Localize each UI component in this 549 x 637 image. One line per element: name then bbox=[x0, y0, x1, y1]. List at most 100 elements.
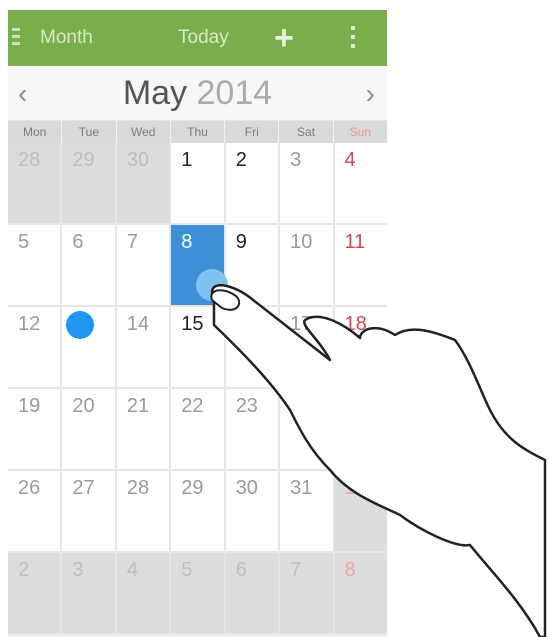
day-number: 29 bbox=[181, 477, 204, 499]
week-row-4: 19 20 21 22 23 24 25 bbox=[8, 389, 387, 471]
day-cell[interactable]: 30 bbox=[225, 471, 281, 553]
today-day-cell[interactable]: 13 bbox=[62, 307, 117, 389]
day-cell[interactable]: 4 bbox=[334, 143, 387, 225]
day-number: 20 bbox=[72, 395, 95, 417]
day-cell[interactable]: 16 bbox=[225, 307, 281, 389]
day-number: 16 bbox=[235, 313, 258, 335]
day-cell[interactable]: 1 bbox=[334, 471, 387, 553]
day-cell[interactable]: 23 bbox=[225, 389, 281, 471]
weekday-mon: Mon bbox=[8, 121, 63, 143]
day-cell[interactable]: 25 bbox=[334, 389, 387, 471]
day-cell[interactable]: 4 bbox=[116, 553, 172, 635]
day-cell[interactable]: 27 bbox=[62, 471, 117, 553]
day-cell[interactable]: 10 bbox=[280, 225, 335, 307]
day-cell[interactable]: 5 bbox=[8, 225, 63, 307]
day-number: 2 bbox=[18, 559, 30, 581]
day-number: 5 bbox=[181, 559, 193, 581]
today-button[interactable]: Today bbox=[178, 27, 229, 49]
drawer-menu-icon[interactable] bbox=[12, 28, 20, 48]
day-cell[interactable]: 11 bbox=[334, 225, 387, 307]
weekday-wed: Wed bbox=[117, 121, 171, 143]
week-row-3: 12 13 14 15 16 17 18 bbox=[8, 307, 387, 389]
day-number: 7 bbox=[126, 231, 138, 253]
day-cell[interactable]: 5 bbox=[171, 553, 226, 635]
day-cell[interactable]: 2 bbox=[8, 553, 63, 635]
day-number: 23 bbox=[235, 395, 258, 417]
day-number: 15 bbox=[181, 313, 204, 335]
view-mode-month-button[interactable]: Month bbox=[40, 27, 93, 49]
week-row-6: 2 3 4 5 6 7 8 bbox=[8, 553, 387, 635]
day-cell[interactable]: 3 bbox=[62, 553, 117, 635]
day-cell[interactable]: 1 bbox=[171, 143, 226, 225]
day-cell[interactable]: 17 bbox=[280, 307, 335, 389]
day-cell[interactable]: 2 bbox=[225, 143, 281, 225]
day-cell[interactable]: 19 bbox=[8, 389, 63, 471]
day-number: 8 bbox=[181, 231, 193, 253]
day-number: 25 bbox=[344, 395, 367, 417]
week-row-1: 28 29 30 1 2 3 4 bbox=[8, 143, 387, 225]
day-number: 9 bbox=[235, 231, 247, 253]
month-label: May bbox=[122, 74, 188, 112]
day-cell[interactable]: 3 bbox=[280, 143, 335, 225]
day-number: 6 bbox=[72, 231, 84, 253]
weekday-sat: Sat bbox=[279, 121, 334, 143]
day-cell[interactable]: 21 bbox=[116, 389, 172, 471]
day-cell[interactable]: 20 bbox=[62, 389, 117, 471]
day-cell[interactable]: 29 bbox=[171, 471, 226, 553]
day-number: 5 bbox=[18, 231, 30, 253]
today-indicator: 13 bbox=[66, 311, 95, 339]
day-number: 12 bbox=[18, 313, 41, 335]
weekday-header: Mon Tue Wed Thu Fri Sat Sun bbox=[8, 121, 387, 143]
day-cell[interactable]: 15 bbox=[171, 307, 226, 389]
day-number: 19 bbox=[18, 395, 41, 417]
weekday-tue: Tue bbox=[62, 121, 117, 143]
day-number: 3 bbox=[290, 149, 302, 171]
day-number: 22 bbox=[181, 395, 204, 417]
week-row-2: 5 6 7 8 9 10 11 bbox=[8, 225, 387, 307]
app-bar: Month Today + bbox=[8, 10, 387, 66]
add-event-icon[interactable]: + bbox=[274, 21, 294, 55]
day-number: 21 bbox=[126, 395, 150, 417]
day-cell[interactable]: 7 bbox=[116, 225, 172, 307]
day-cell[interactable]: 8 bbox=[334, 553, 387, 635]
day-cell[interactable]: 6 bbox=[225, 553, 281, 635]
day-number: 26 bbox=[18, 477, 41, 499]
day-number: 10 bbox=[290, 231, 313, 253]
day-cell[interactable]: 18 bbox=[334, 307, 387, 389]
more-options-icon[interactable] bbox=[351, 26, 355, 50]
day-cell[interactable]: 30 bbox=[116, 143, 172, 225]
day-cell[interactable]: 12 bbox=[8, 307, 63, 389]
day-cell[interactable]: 24 bbox=[280, 389, 335, 471]
day-number: 17 bbox=[290, 313, 313, 335]
day-cell[interactable]: 28 bbox=[8, 143, 63, 225]
weekday-fri: Fri bbox=[225, 121, 280, 143]
day-number: 4 bbox=[344, 149, 356, 171]
month-navigation: ‹ May 2014 › bbox=[8, 66, 387, 121]
day-number: 8 bbox=[344, 559, 356, 581]
day-cell[interactable]: 9 bbox=[225, 225, 281, 307]
day-cell[interactable]: 6 bbox=[62, 225, 117, 307]
day-number: 1 bbox=[344, 477, 356, 499]
day-number: 29 bbox=[72, 149, 95, 171]
day-number: 1 bbox=[181, 149, 193, 171]
next-month-icon[interactable]: › bbox=[366, 78, 375, 110]
day-number: 27 bbox=[72, 477, 95, 499]
day-number: 2 bbox=[235, 149, 247, 171]
day-cell[interactable]: 28 bbox=[116, 471, 172, 553]
day-number: 28 bbox=[126, 477, 150, 499]
day-number: 30 bbox=[126, 149, 150, 171]
day-cell[interactable]: 26 bbox=[8, 471, 63, 553]
day-cell[interactable]: 14 bbox=[116, 307, 172, 389]
day-number: 28 bbox=[18, 149, 41, 171]
day-cell[interactable]: 29 bbox=[62, 143, 117, 225]
day-number: 6 bbox=[235, 559, 247, 581]
selected-day-cell[interactable]: 8 bbox=[171, 225, 226, 307]
weekday-sun: Sun bbox=[349, 125, 371, 139]
day-number: 14 bbox=[126, 313, 150, 335]
day-cell[interactable]: 22 bbox=[171, 389, 226, 471]
week-row-5: 26 27 28 29 30 31 1 bbox=[8, 471, 387, 553]
day-cell[interactable]: 31 bbox=[280, 471, 335, 553]
weekday-thu: Thu bbox=[171, 121, 226, 143]
day-number: 30 bbox=[235, 477, 258, 499]
day-cell[interactable]: 7 bbox=[280, 553, 335, 635]
